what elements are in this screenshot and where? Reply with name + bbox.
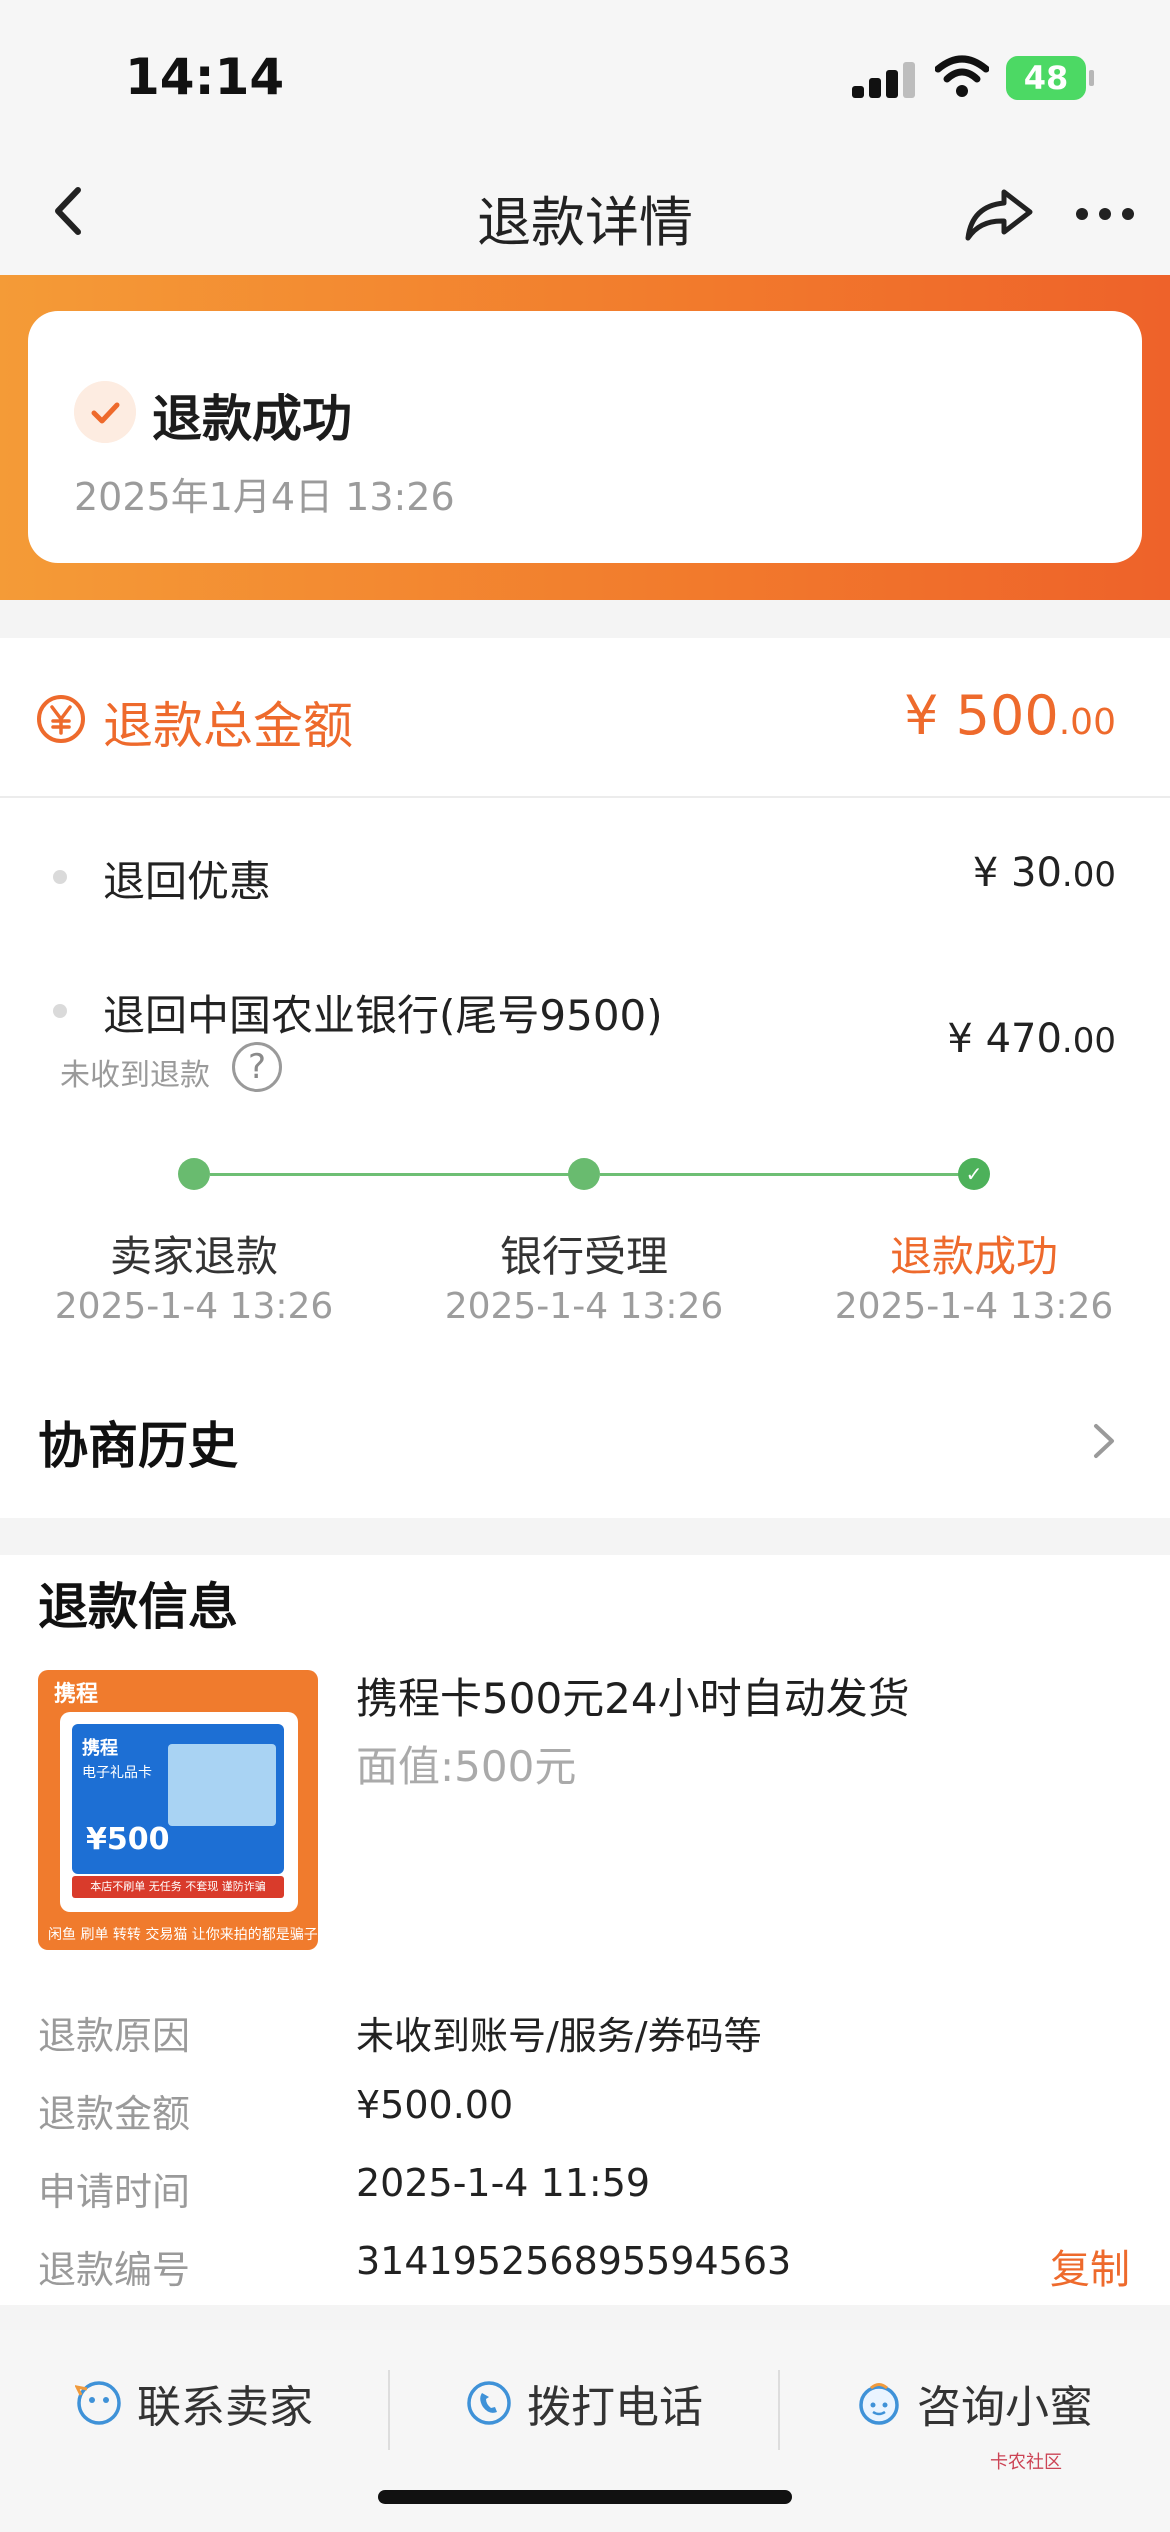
info-key: 退款原因	[38, 2014, 191, 2058]
refund-status-card: 退款成功 2025年1月4日 13:26	[28, 311, 1142, 563]
bullet	[53, 1004, 67, 1018]
contact-seller-button[interactable]: 联系卖家	[0, 2358, 388, 2448]
gift-card: 携程 电子礼品卡 ¥500	[72, 1724, 284, 1874]
product-face-value: 面值:500元	[356, 1742, 577, 1791]
info-value: ¥500.00	[356, 2083, 514, 2127]
card-picture	[168, 1744, 276, 1826]
product-image[interactable]: 携程 携程 电子礼品卡 ¥500 本店不刷单 无任务 不套现 谨防诈骗 闲鱼 刷…	[38, 1670, 318, 1950]
card-brand: 携程	[82, 1738, 118, 1759]
action-label: 拨打电话	[527, 2382, 703, 2433]
status-banner: 退款成功 2025年1月4日 13:26	[0, 275, 1170, 600]
currency-symbol: ¥	[904, 684, 939, 747]
status-bar: 14:14 48	[0, 0, 1170, 150]
amount-decimal: .00	[1058, 702, 1116, 743]
card-footer: 闲鱼 刷单 转转 交易猫 让你来拍的都是骗子	[48, 1927, 318, 1943]
assistant-icon	[859, 2383, 899, 2425]
negotiation-history-link[interactable]: 协商历史	[38, 1406, 238, 1478]
refund-status-time: 2025年1月4日 13:26	[74, 475, 455, 519]
refund-line-label: 退回优惠	[103, 857, 272, 906]
check-icon	[74, 381, 136, 443]
total-amount-value: ¥ 500.00	[904, 684, 1116, 747]
card-title: 电子礼品卡	[82, 1765, 152, 1781]
info-value: 2025-1-4 11:59	[356, 2161, 651, 2205]
copy-button[interactable]: 复制	[1050, 2237, 1130, 2295]
card-price: ¥500	[86, 1822, 170, 1857]
amount-integer: 500	[955, 684, 1059, 747]
battery-indicator: 48	[1006, 56, 1094, 100]
chat-face-icon	[75, 2381, 121, 2425]
timeline-connector	[600, 1173, 966, 1176]
timeline-check-icon: ✓	[958, 1158, 990, 1190]
currency-symbol: ¥	[947, 1016, 973, 1062]
timeline-step-label: 卖家退款	[109, 1232, 278, 1281]
refund-not-received-note: 未收到退款	[60, 1058, 210, 1093]
amount-decimal: .00	[1061, 855, 1116, 895]
watermark-logo: 卡农社区	[990, 2452, 1062, 2473]
home-indicator[interactable]	[378, 2490, 792, 2504]
card-warning-band: 本店不刷单 无任务 不套现 谨防诈骗	[72, 1876, 284, 1898]
info-value: 未收到账号/服务/券码等	[356, 2014, 762, 2058]
yen-icon	[37, 695, 85, 743]
timeline-step-time: 2025-1-4 13:26	[834, 1286, 1114, 1327]
timeline-step-label: 退款成功	[889, 1232, 1058, 1281]
timeline-dot	[568, 1158, 600, 1190]
action-label: 联系卖家	[137, 2382, 313, 2433]
clock: 14:14	[125, 48, 285, 106]
timeline-step-label: 银行受理	[499, 1232, 668, 1281]
phone-icon	[467, 2381, 511, 2425]
info-key: 申请时间	[38, 2170, 191, 2214]
bullet	[53, 870, 67, 884]
timeline-step-time: 2025-1-4 13:26	[444, 1286, 724, 1327]
more-icon[interactable]	[1070, 178, 1140, 248]
section-title: 退款信息	[38, 1578, 238, 1636]
amount-integer: 30	[1011, 850, 1062, 896]
wifi-icon	[935, 55, 989, 97]
help-icon[interactable]: ?	[232, 1042, 282, 1092]
info-key: 退款编号	[38, 2248, 191, 2292]
card-frame: 携程 电子礼品卡 ¥500 本店不刷单 无任务 不套现 谨防诈骗	[60, 1712, 298, 1912]
refund-number: 314195256895594563	[356, 2239, 792, 2283]
card-warning: 本店不刷单 无任务 不套现 谨防诈骗	[90, 1880, 266, 1893]
currency-symbol: ¥	[972, 850, 999, 896]
timeline-step-time: 2025-1-4 13:26	[54, 1286, 334, 1327]
refund-amount-section: 退款总金额 ¥ 500.00 退回优惠 ¥ 30.00 退回中国农业银行(尾号9…	[0, 638, 1170, 1518]
cellular-signal-icon	[852, 62, 916, 98]
refund-status-title: 退款成功	[152, 390, 352, 448]
refund-line-value: ¥ 470.00	[947, 1016, 1116, 1062]
total-amount-label: 退款总金额	[103, 697, 353, 755]
product-name[interactable]: 携程卡500元24小时自动发货	[356, 1665, 910, 1726]
nav-bar: 退款详情	[0, 150, 1170, 275]
refund-info-section: 退款信息 携程 携程 电子礼品卡 ¥500 本店不刷单 无任务 不套现 谨防诈骗…	[0, 1555, 1170, 2305]
timeline-dot	[178, 1158, 210, 1190]
brand-label: 携程	[54, 1682, 99, 1707]
refund-line-label: 退回中国农业银行(尾号9500)	[103, 991, 663, 1040]
timeline-connector	[210, 1173, 576, 1176]
call-phone-button[interactable]: 拨打电话	[390, 2358, 778, 2448]
amount-decimal: .00	[1061, 1021, 1116, 1061]
total-amount-row: 退款总金额 ¥ 500.00	[0, 638, 1170, 798]
consult-assistant-button[interactable]: 咨询小蜜	[780, 2358, 1168, 2448]
share-icon[interactable]	[960, 178, 1040, 248]
amount-integer: 470	[985, 1016, 1062, 1062]
chevron-right-icon[interactable]	[1086, 1416, 1122, 1466]
action-label: 咨询小蜜	[917, 2382, 1093, 2433]
info-key: 退款金额	[38, 2092, 191, 2136]
refund-line-value: ¥ 30.00	[973, 850, 1116, 896]
